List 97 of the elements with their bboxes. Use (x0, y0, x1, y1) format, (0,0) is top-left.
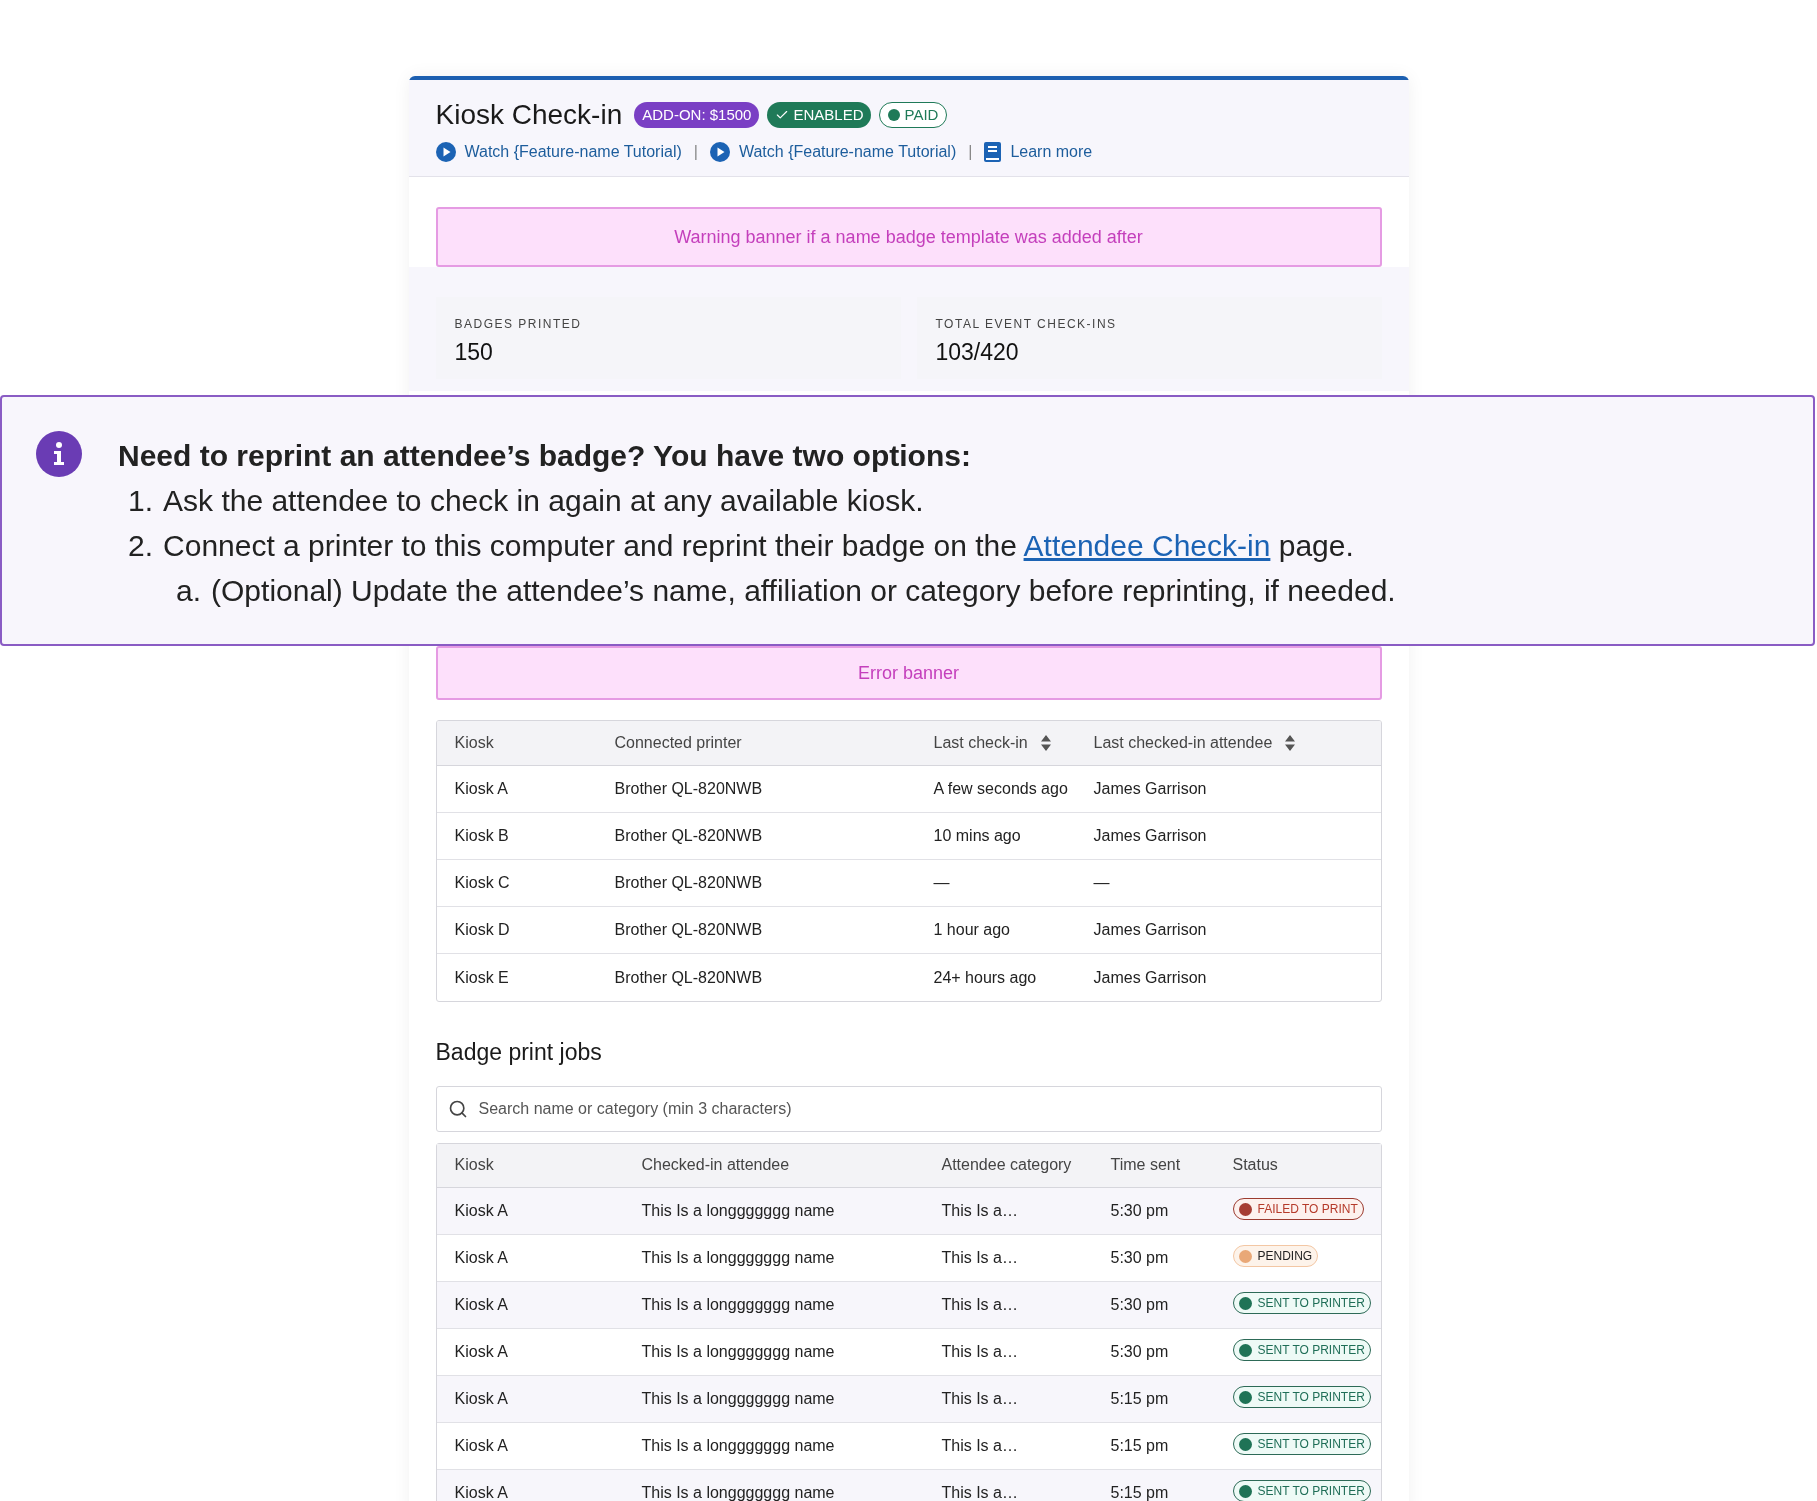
table-cell-text: A few seconds ago (933, 779, 1069, 799)
table-cell-text: Brother QL-820NWB (614, 967, 764, 988)
error-banner: Error banner (435, 646, 1382, 700)
paid-badge: PAID (879, 101, 948, 129)
table-cell-text: Kiosk C (454, 873, 511, 893)
column-header: Attendee category (941, 1155, 1073, 1175)
column-header: Checked-in attendee (641, 1155, 791, 1175)
sort-icon[interactable] (1284, 734, 1297, 752)
info-icon (36, 431, 82, 477)
column-header: Last checked-in attendee (1093, 733, 1273, 753)
sent-status-badge: SENT TO PRINTER (1232, 1339, 1371, 1362)
table-cell-text: Brother QL-820NWB (614, 826, 764, 846)
warning-banner: Warning banner if a name badge template was added after (435, 207, 1382, 267)
column-header: Kiosk (454, 733, 494, 753)
attendee-check-in-link[interactable]: Attendee Check-in (1023, 529, 1271, 562)
pending-status-badge: PENDING (1232, 1245, 1319, 1268)
table-cell-text: This Is a longgggggg name (641, 1200, 836, 1221)
table-cell-text: Brother QL-820NWB (614, 779, 764, 799)
search-icon (447, 1098, 468, 1119)
table-cell-text: 5:30 pm (1110, 1247, 1170, 1268)
table-cell-text: Kiosk A (454, 1341, 509, 1362)
link-separator: | (693, 142, 698, 162)
search-field[interactable]: Search name or category (min 3 characters) (435, 1085, 1382, 1132)
table-cell-text: Kiosk E (454, 967, 510, 988)
column-header: Status (1232, 1155, 1279, 1175)
table-cell-text: This Is a longgggggg name (641, 1435, 836, 1456)
failed-status-badge: FAILED TO PRINT (1232, 1198, 1364, 1221)
table-cell-text: Kiosk A (454, 779, 509, 799)
list-text: Ask the attendee to check in again at any available kiosk. (163, 483, 924, 519)
table-cell-text: This Is a longgggggg name (641, 1247, 836, 1268)
tutorial-link[interactable]: Watch {Feature-name Tutorial) (709, 140, 957, 164)
sort-icon[interactable] (1039, 734, 1052, 752)
book-icon (984, 142, 1002, 162)
table-cell-text: This Is a longgggggg name (641, 1341, 836, 1362)
table-cell-text: — (1093, 873, 1111, 893)
column-header: Kiosk (454, 1155, 495, 1175)
stat-value: 150 (454, 338, 494, 367)
table-cell-text: 5:15 pm (1110, 1435, 1170, 1456)
table-cell-text: 1 hour ago (933, 920, 1011, 940)
table-cell-text: Kiosk B (454, 826, 510, 846)
table-cell-text: James Garrison (1093, 967, 1208, 988)
stat-label: BADGES PRINTED (454, 316, 583, 333)
tutorial-link[interactable]: Watch {Feature-name Tutorial) (435, 140, 682, 164)
list-marker: 2. (128, 528, 154, 564)
list-marker: a. (176, 573, 202, 609)
table-cell-text: Kiosk A (454, 1247, 509, 1268)
table-cell-text: This Is a… (941, 1435, 1019, 1456)
table-cell-text: Kiosk A (454, 1388, 509, 1409)
column-header: Last check-in (933, 733, 1028, 753)
table-cell-text: This Is a… (941, 1200, 1019, 1221)
callout-heading: Need to reprint an attendee’s badge? You have two options: (118, 438, 972, 474)
table-cell-text: Kiosk A (454, 1435, 509, 1456)
table-cell-text: James Garrison (1093, 920, 1208, 940)
table-cell-text: 5:15 pm (1110, 1388, 1170, 1409)
add-on-badge: ADD-ON: $1500 (634, 101, 760, 129)
section-title: Badge print jobs (435, 1038, 603, 1067)
table-cell-text: 24+ hours ago (933, 967, 1038, 988)
table-cell-text: — (933, 873, 951, 893)
check-icon (775, 108, 790, 122)
column-header: Time sent (1110, 1155, 1182, 1175)
table-cell-text: 5:30 pm (1110, 1294, 1170, 1315)
table-cell-text: James Garrison (1093, 779, 1208, 799)
sent-status-badge: SENT TO PRINTER (1232, 1386, 1371, 1409)
play-icon (709, 142, 730, 162)
table-cell-text: This Is a longgggggg name (641, 1294, 836, 1315)
table-cell-text: This Is a longgggggg name (641, 1482, 836, 1501)
enabled-badge: ENABLED (767, 101, 872, 129)
list-marker: 1. (128, 483, 154, 519)
table-cell-text: This Is a… (941, 1247, 1019, 1268)
sent-status-badge: SENT TO PRINTER (1232, 1433, 1371, 1456)
page-title: Kiosk Check-in (435, 98, 623, 132)
table-cell-text: 5:30 pm (1110, 1341, 1170, 1362)
table-cell-text: Kiosk A (454, 1294, 509, 1315)
sent-status-badge: SENT TO PRINTER (1232, 1292, 1371, 1315)
table-cell-text: 10 mins ago (933, 826, 1022, 846)
list-text: (Optional) Update the attendee’s name, affiliation or category before reprinting, if needed. (211, 573, 1396, 609)
table-cell-text: This Is a… (941, 1294, 1019, 1315)
table-cell-text: 5:15 pm (1110, 1482, 1170, 1501)
table-cell-text: This Is a longgggggg name (641, 1388, 836, 1409)
stat-label: TOTAL EVENT CHECK-INS (935, 316, 1118, 333)
table-cell-text: Kiosk A (454, 1482, 509, 1501)
table-cell-text: This Is a… (941, 1388, 1019, 1409)
list-text: Connect a printer to this computer and reprint their badge on the Attendee Check-in page. (163, 528, 1354, 564)
table-cell-text: Kiosk A (454, 1200, 509, 1221)
table-cell-text: Brother QL-820NWB (614, 920, 764, 940)
sent-status-badge: SENT TO PRINTER (1232, 1480, 1371, 1501)
column-header: Connected printer (614, 733, 742, 753)
table-cell-text: 5:30 pm (1110, 1200, 1170, 1221)
stat-value: 103/420 (935, 338, 1020, 367)
link-separator: | (968, 142, 973, 162)
table-cell-text: This Is a… (941, 1341, 1019, 1362)
learn-more-link[interactable]: Learn more (984, 140, 1093, 164)
play-icon (435, 142, 456, 162)
table-cell-text: Kiosk D (454, 920, 511, 940)
table-cell-text: Brother QL-820NWB (614, 873, 764, 893)
table-cell-text: James Garrison (1093, 826, 1208, 846)
table-cell-text: This Is a… (941, 1482, 1019, 1501)
